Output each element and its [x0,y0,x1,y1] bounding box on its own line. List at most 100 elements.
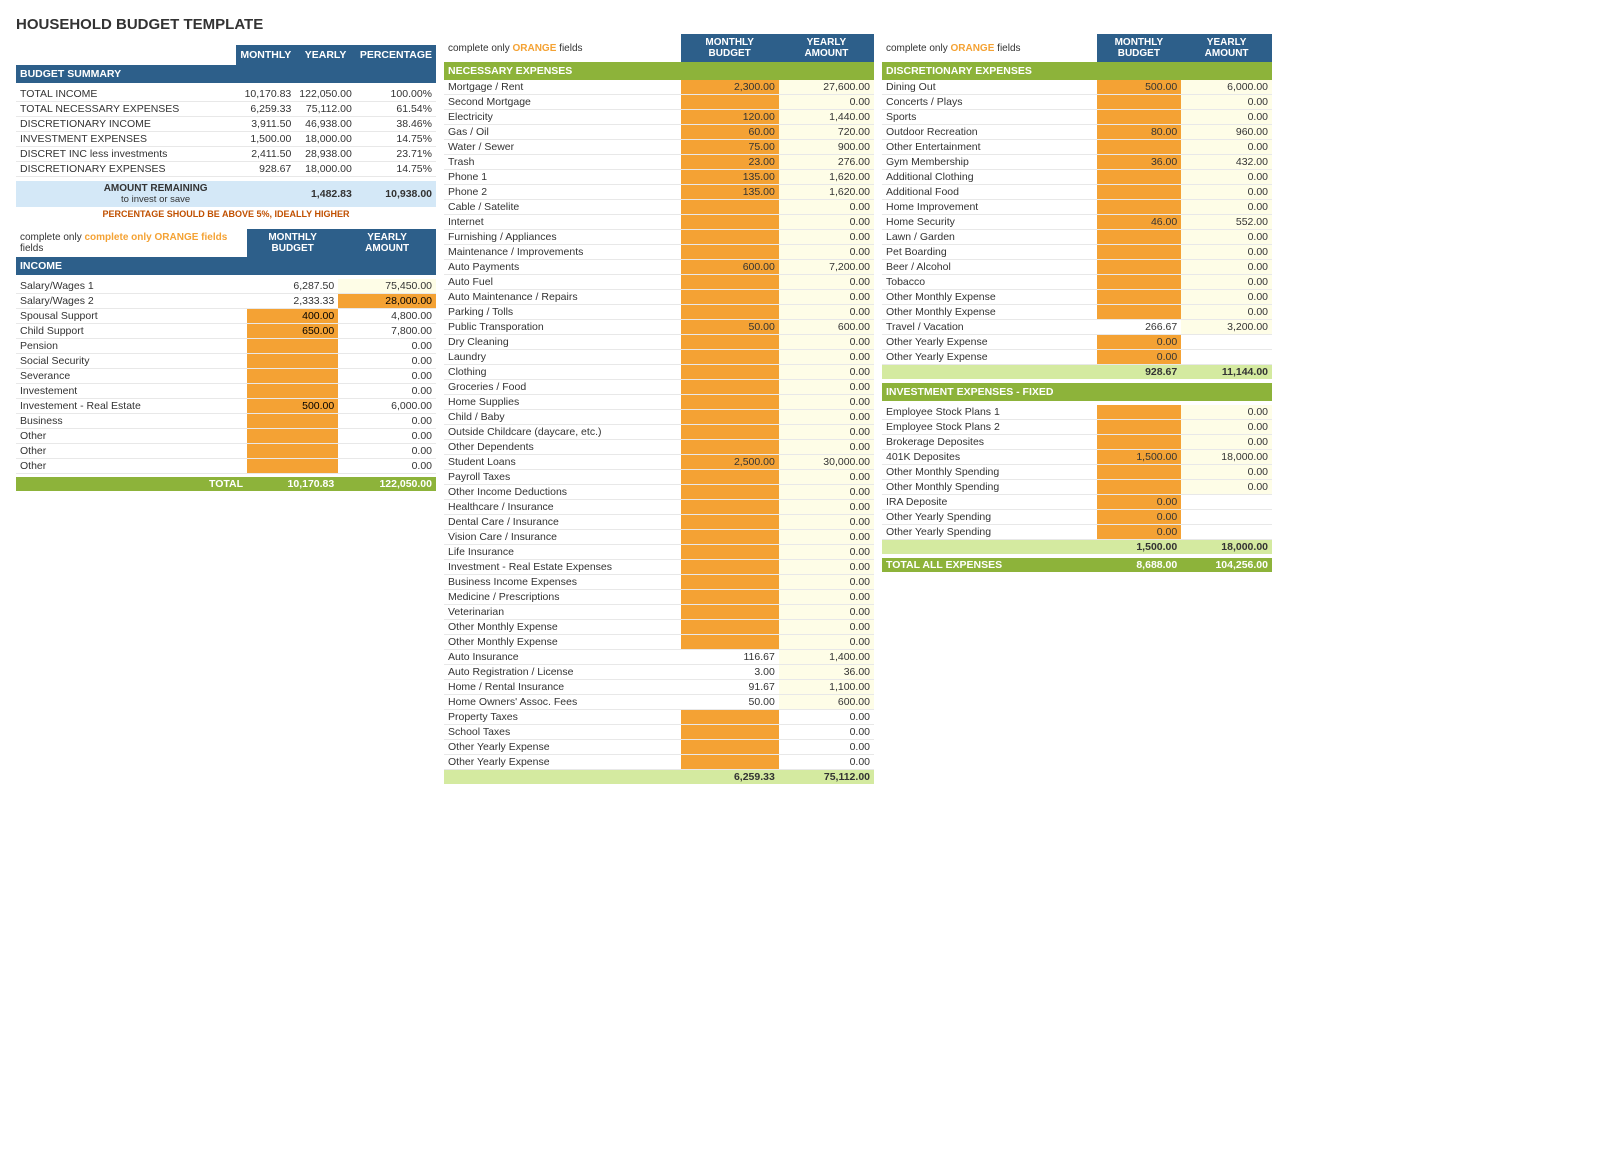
nec-row-24: Other Dependents 0.00 [444,440,874,455]
disc-row-11: Pet Boarding 0.00 [882,245,1272,260]
income-row-4: Pension 0.00 [16,338,436,353]
nec-row-18: Laundry 0.00 [444,350,874,365]
yearly-header: YEARLY [295,45,356,65]
nec-row-13: Auto Fuel 0.00 [444,275,874,290]
table-row: DISCRETIONARY EXPENSES 928.67 18,000.00 … [16,162,436,177]
income-row-12: Other 0.00 [16,458,436,473]
inv-row-1: Employee Stock Plans 2 0.00 [882,420,1272,435]
nec-row-23: Outside Childcare (daycare, etc.) 0.00 [444,425,874,440]
nec-row-0: Mortgage / Rent 2,300.00 27,600.00 [444,80,874,95]
disc-row-7: Additional Food 0.00 [882,185,1272,200]
inv-row-2: Brokerage Deposites 0.00 [882,435,1272,450]
income-total-row: TOTAL 10,170.83 122,050.00 [16,477,436,491]
page-title: HOUSEHOLD BUDGET TEMPLATE [16,16,436,33]
nec-row-5: Trash 23.00 276.00 [444,155,874,170]
disc-row-15: Other Monthly Expense 0.00 [882,305,1272,320]
disc-row-10: Lawn / Garden 0.00 [882,230,1272,245]
table-row: DISCRET INC less investments 2,411.50 28… [16,147,436,162]
income-table: complete only complete only ORANGE field… [16,229,436,492]
nec-monthly-hdr: MONTHLY BUDGET [681,34,779,62]
nec-row-14: Auto Maintenance / Repairs 0.00 [444,290,874,305]
nec-row-29: Dental Care / Insurance 0.00 [444,515,874,530]
nec-row-3: Gas / Oil 60.00 720.00 [444,125,874,140]
nec-row-17: Dry Cleaning 0.00 [444,335,874,350]
nec-row-45: Other Yearly Expense 0.00 [444,755,874,770]
inv-row-5: Other Monthly Spending 0.00 [882,480,1272,495]
nec-row-26: Payroll Taxes 0.00 [444,470,874,485]
disc-row-0: Dining Out 500.00 6,000.00 [882,80,1272,95]
income-row-1: Salary/Wages 2 2,333.33 28,000.00 [16,293,436,308]
disc-row-1: Concerts / Plays 0.00 [882,95,1272,110]
disc-row-5: Gym Membership 36.00 432.00 [882,155,1272,170]
disc-row-14: Other Monthly Expense 0.00 [882,290,1272,305]
disc-row-6: Additional Clothing 0.00 [882,170,1272,185]
table-row: INVESTMENT EXPENSES 1,500.00 18,000.00 1… [16,132,436,147]
pct-note-row: PERCENTAGE SHOULD BE ABOVE 5%, IDEALLY H… [16,207,436,221]
income-section-label: INCOME [16,257,436,275]
inv-section-label: INVESTMENT EXPENSES - FIXED [882,383,1272,401]
inv-row-7: Other Yearly Spending 0.00 [882,510,1272,525]
grand-total-row: TOTAL ALL EXPENSES 8,688.00 104,256.00 [882,558,1272,572]
disc-subtotal-row: 928.67 11,144.00 [882,365,1272,380]
income-row-11: Other 0.00 [16,443,436,458]
nec-row-44: Other Yearly Expense 0.00 [444,740,874,755]
disc-row-16: Travel / Vacation 266.67 3,200.00 [882,320,1272,335]
inv-row-0: Employee Stock Plans 1 0.00 [882,405,1272,420]
inv-row-3: 401K Deposites 1,500.00 18,000.00 [882,450,1272,465]
nec-row-20: Groceries / Food 0.00 [444,380,874,395]
disc-row-13: Tobacco 0.00 [882,275,1272,290]
nec-yearly-hdr: YEARLY AMOUNT [779,34,874,62]
income-row-3: Child Support 650.00 7,800.00 [16,323,436,338]
nec-row-1: Second Mortgage 0.00 [444,95,874,110]
nec-row-6: Phone 1 135.00 1,620.00 [444,170,874,185]
nec-row-22: Child / Baby 0.00 [444,410,874,425]
inv-row-4: Other Monthly Spending 0.00 [882,465,1272,480]
income-row-9: Business 0.00 [16,413,436,428]
income-yearly-hdr: YEARLY AMOUNT [338,229,436,257]
nec-row-28: Healthcare / Insurance 0.00 [444,500,874,515]
nec-row-36: Other Monthly Expense 0.00 [444,620,874,635]
nec-row-16: Public Transporation 50.00 600.00 [444,320,874,335]
inv-row-6: IRA Deposite 0.00 [882,495,1272,510]
disc-row-18: Other Yearly Expense 0.00 [882,350,1272,365]
nec-row-9: Internet 0.00 [444,215,874,230]
income-row-7: Investement 0.00 [16,383,436,398]
disc-row-9: Home Security 46.00 552.00 [882,215,1272,230]
nec-row-4: Water / Sewer 75.00 900.00 [444,140,874,155]
nec-row-40: Home / Rental Insurance 91.67 1,100.00 [444,680,874,695]
disc-row-2: Sports 0.00 [882,110,1272,125]
disc-row-12: Beer / Alcohol 0.00 [882,260,1272,275]
nec-row-39: Auto Registration / License 3.00 36.00 [444,665,874,680]
disc-monthly-hdr: MONTHLY BUDGET [1097,34,1182,62]
nec-row-27: Other Income Deductions 0.00 [444,485,874,500]
income-row-10: Other 0.00 [16,428,436,443]
nec-total-row: 6,259.33 75,112.00 [444,770,874,785]
income-row-5: Social Security 0.00 [16,353,436,368]
nec-row-43: School Taxes 0.00 [444,725,874,740]
disc-yearly-hdr: YEARLY AMOUNT [1181,34,1272,62]
disc-row-17: Other Yearly Expense 0.00 [882,335,1272,350]
nec-row-41: Home Owners' Assoc. Fees 50.00 600.00 [444,695,874,710]
nec-row-19: Clothing 0.00 [444,365,874,380]
mid-column: complete only ORANGE fields MONTHLY BUDG… [444,16,874,784]
inv-row-8: Other Yearly Spending 0.00 [882,525,1272,540]
nec-row-21: Home Supplies 0.00 [444,395,874,410]
nec-row-35: Veterinarian 0.00 [444,605,874,620]
amount-remaining-row: AMOUNT REMAINING to invest or save 1,482… [16,181,436,207]
nec-row-2: Electricity 120.00 1,440.00 [444,110,874,125]
inv-subtotal-row: 1,500.00 18,000.00 [882,540,1272,555]
income-row-0: Salary/Wages 1 6,287.50 75,450.00 [16,279,436,294]
nec-row-11: Maintenance / Improvements 0.00 [444,245,874,260]
nec-row-33: Business Income Expenses 0.00 [444,575,874,590]
nec-row-30: Vision Care / Insurance 0.00 [444,530,874,545]
table-row: TOTAL NECESSARY EXPENSES 6,259.33 75,112… [16,102,436,117]
disc-row-4: Other Entertainment 0.00 [882,140,1272,155]
left-column: HOUSEHOLD BUDGET TEMPLATE MONTHLY YEARLY… [16,16,436,491]
table-row: DISCRETIONARY INCOME 3,911.50 46,938.00 … [16,117,436,132]
nec-row-31: Life Insurance 0.00 [444,545,874,560]
budget-summary-label: BUDGET SUMMARY [16,65,436,83]
orange-note-nec: complete only ORANGE fields [448,41,677,56]
table-row: TOTAL INCOME 10,170.83 122,050.00 100.00… [16,87,436,102]
disc-row-8: Home Improvement 0.00 [882,200,1272,215]
nec-row-34: Medicine / Prescriptions 0.00 [444,590,874,605]
